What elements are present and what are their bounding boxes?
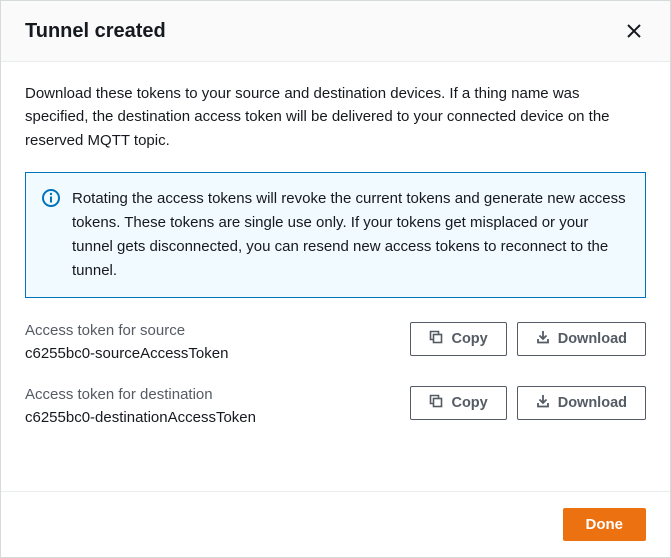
source-token-value: c6255bc0-sourceAccessToken (25, 345, 394, 362)
tunnel-created-modal: Tunnel created Download these tokens to … (0, 0, 671, 558)
intro-text: Download these tokens to your source and… (25, 82, 646, 152)
destination-token-row: Access token for destination c6255bc0-de… (25, 386, 646, 426)
download-icon (536, 394, 550, 412)
info-alert: Rotating the access tokens will revoke t… (25, 172, 646, 298)
copy-source-button[interactable]: Copy (410, 322, 506, 356)
info-text: Rotating the access tokens will revoke t… (72, 187, 629, 283)
download-icon (536, 330, 550, 348)
modal-body: Download these tokens to your source and… (1, 62, 670, 456)
destination-token-meta: Access token for destination c6255bc0-de… (25, 386, 394, 426)
close-icon (626, 27, 642, 42)
copy-destination-button[interactable]: Copy (410, 386, 506, 420)
source-token-label: Access token for source (25, 322, 394, 339)
source-token-meta: Access token for source c6255bc0-sourceA… (25, 322, 394, 362)
modal-header: Tunnel created (1, 1, 670, 62)
source-token-actions: Copy Download (410, 322, 646, 356)
copy-icon (429, 330, 443, 348)
done-button[interactable]: Done (563, 508, 647, 541)
info-icon (42, 189, 60, 283)
download-label: Download (558, 395, 627, 411)
copy-label: Copy (451, 331, 487, 347)
download-label: Download (558, 331, 627, 347)
copy-label: Copy (451, 395, 487, 411)
close-button[interactable] (622, 19, 646, 43)
source-token-row: Access token for source c6255bc0-sourceA… (25, 322, 646, 362)
modal-title: Tunnel created (25, 20, 166, 43)
destination-token-label: Access token for destination (25, 386, 394, 403)
modal-footer: Done (1, 491, 670, 557)
copy-icon (429, 394, 443, 412)
download-source-button[interactable]: Download (517, 322, 646, 356)
destination-token-actions: Copy Download (410, 386, 646, 420)
destination-token-value: c6255bc0-destinationAccessToken (25, 409, 394, 426)
download-destination-button[interactable]: Download (517, 386, 646, 420)
